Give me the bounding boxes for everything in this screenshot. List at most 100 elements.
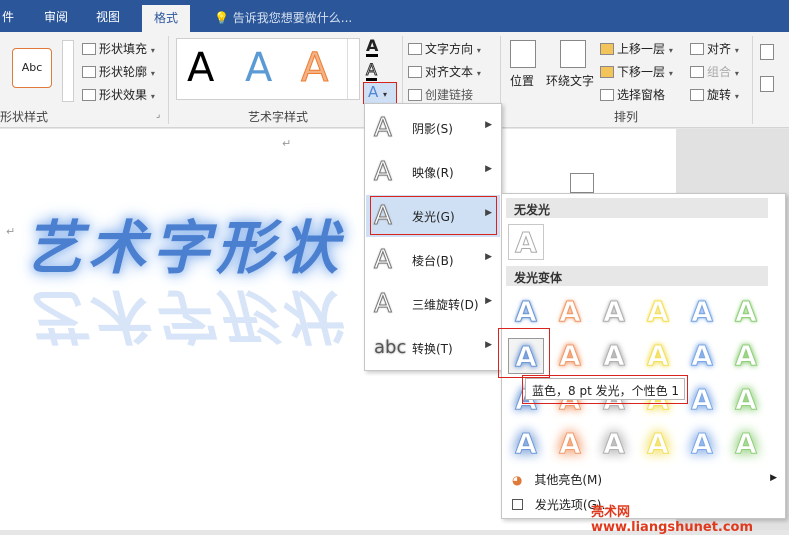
send-backward-button[interactable]: 下移一层 ▾ <box>600 63 673 80</box>
shape-styles-group-label: 形状样式 <box>0 110 49 124</box>
dialog-launcher-icon[interactable]: ⌟ <box>156 110 160 120</box>
create-link-button[interactable]: 创建链接 <box>408 86 473 103</box>
tab-view[interactable]: 视图 <box>96 8 120 25</box>
submenu-arrow-icon: ▶ <box>485 340 492 350</box>
align-text-button[interactable]: 对齐文本 ▾ <box>408 63 481 80</box>
link-icon <box>408 89 422 101</box>
selection-pane-icon <box>600 89 614 101</box>
glow-variant-option[interactable]: A <box>684 338 720 374</box>
wordart-text[interactable]: 艺术字形状 <box>24 201 344 285</box>
rotate-button[interactable]: 旋转 ▾ <box>690 86 739 103</box>
tab-format[interactable]: 格式 <box>142 5 191 32</box>
text-fill-button[interactable]: A <box>366 38 379 57</box>
shape-outline-button[interactable]: 形状轮廓 ▾ <box>82 63 155 80</box>
wordart-style-black[interactable]: A <box>187 45 214 91</box>
menu-item-shadow[interactable]: A 阴影(S) ▶ <box>366 107 500 149</box>
layout-options-icon[interactable] <box>570 173 594 193</box>
width-icon[interactable] <box>760 76 774 92</box>
glow-variants-header: 发光变体 <box>506 266 768 286</box>
transform-icon: abc <box>374 337 407 358</box>
text-outline-button[interactable]: A <box>366 61 377 81</box>
glow-variant-option[interactable]: A <box>684 382 720 418</box>
glow-variant-option[interactable]: A <box>552 294 588 330</box>
align-icon <box>690 43 704 55</box>
send-backward-icon <box>600 66 614 78</box>
shape-fill-button[interactable]: 形状填充 ▾ <box>82 40 155 57</box>
glow-variant-option[interactable]: A <box>728 294 764 330</box>
more-colors-item[interactable]: ◕ 其他亮色(M) <box>512 471 602 488</box>
glow-variant-option[interactable]: A <box>684 294 720 330</box>
tooltip-highlight-box <box>522 375 688 404</box>
pen-icon <box>82 66 96 78</box>
wordart-style-blue[interactable]: A <box>245 45 272 91</box>
glow-variant-option[interactable]: A <box>684 426 720 462</box>
no-glow-header: 无发光 <box>506 198 768 218</box>
submenu-arrow-icon: ▶ <box>485 296 492 306</box>
menu-item-reflection[interactable]: A 映像(R) ▶ <box>366 151 500 193</box>
shape-style-scroll[interactable] <box>62 40 74 102</box>
shape-effect-button[interactable]: 形状效果 ▾ <box>82 86 155 103</box>
tab-file[interactable]: 件 <box>2 8 14 25</box>
wordart-style-orange[interactable]: A <box>300 45 328 92</box>
bevel-icon: A <box>374 245 393 276</box>
tell-me-text: 告诉我您想要做什么... <box>232 11 353 25</box>
wordart-group-label: 艺术字样式 <box>248 110 309 124</box>
menu-item-transform[interactable]: abc 转换(T) ▶ <box>366 327 500 369</box>
shadow-icon: A <box>374 113 393 144</box>
paragraph-mark: ↵ <box>282 137 292 150</box>
wrap-text-button-label[interactable]: 环绕文字 <box>546 72 594 89</box>
ribbon-tab-bar: 件 审阅 视图 格式 💡 告诉我您想要做什么... <box>0 0 789 32</box>
wordart-gallery-scroll[interactable] <box>347 39 360 99</box>
3d-rotation-icon: A <box>374 289 393 320</box>
color-wheel-icon: ◕ <box>512 473 523 487</box>
bring-forward-button[interactable]: 上移一层 ▾ <box>600 40 673 57</box>
glow-variant-option[interactable]: A <box>640 426 676 462</box>
glow-variant-option[interactable]: A <box>552 426 588 462</box>
height-icon[interactable] <box>760 44 774 60</box>
align-button[interactable]: 对齐 ▾ <box>690 40 739 57</box>
rotate-icon <box>690 89 704 101</box>
reflection-icon: A <box>374 157 393 188</box>
wrap-text-icon[interactable] <box>560 40 586 68</box>
wordart-reflection: 艺术字形状 <box>24 282 345 350</box>
text-effects-button[interactable]: A ▾ <box>363 82 397 104</box>
submenu-arrow-icon: ▶ <box>770 473 777 483</box>
submenu-arrow-icon: ▶ <box>485 164 492 174</box>
text-direction-icon <box>408 43 422 55</box>
tell-me-search[interactable]: 💡 告诉我您想要做什么... <box>214 9 352 26</box>
group-icon <box>690 66 704 78</box>
effect-icon <box>82 89 96 101</box>
glow-variant-option[interactable]: A <box>640 338 676 374</box>
paint-bucket-icon <box>82 43 96 55</box>
position-button-label[interactable]: 位置 <box>510 72 534 89</box>
group-button[interactable]: 组合 ▾ <box>690 63 739 80</box>
glow-variant-option[interactable]: A <box>728 426 764 462</box>
tab-review[interactable]: 审阅 <box>44 8 68 25</box>
menu-item-3d-rotation[interactable]: A 三维旋转(D) ▶ <box>366 283 500 325</box>
shape-style-sample[interactable]: Abc <box>12 48 52 88</box>
glow-variant-option[interactable]: A <box>728 338 764 374</box>
text-direction-button[interactable]: 文字方向 ▾ <box>408 40 481 57</box>
paragraph-mark: ↵ <box>6 225 16 238</box>
glow-variant-option[interactable]: A <box>508 294 544 330</box>
glow-variant-option[interactable]: A <box>728 382 764 418</box>
glow-item-highlight-box <box>370 196 497 235</box>
glow-variant-option[interactable]: A <box>552 338 588 374</box>
glow-variant-option[interactable]: A <box>508 426 544 462</box>
checkbox-icon <box>512 499 523 510</box>
menu-item-bevel[interactable]: A 棱台(B) ▶ <box>366 239 500 281</box>
position-icon[interactable] <box>510 40 536 68</box>
lightbulb-icon: 💡 <box>214 11 229 25</box>
bring-forward-icon <box>600 43 614 55</box>
selection-pane-button[interactable]: 选择窗格 <box>600 86 665 103</box>
glow-variant-option[interactable]: A <box>596 426 632 462</box>
group-separator <box>752 36 753 124</box>
submenu-arrow-icon: ▶ <box>485 120 492 130</box>
glow-variant-option[interactable]: A <box>596 338 632 374</box>
group-separator <box>168 36 169 124</box>
glow-variant-option[interactable]: A <box>640 294 676 330</box>
glow-variant-option[interactable]: A <box>596 294 632 330</box>
no-glow-option[interactable]: A <box>508 224 544 260</box>
text-effects-menu: A 阴影(S) ▶ A 映像(R) ▶ A 发光(G) ▶ A 棱台(B) ▶ … <box>364 103 502 371</box>
selected-glow-highlight-box <box>498 328 550 378</box>
